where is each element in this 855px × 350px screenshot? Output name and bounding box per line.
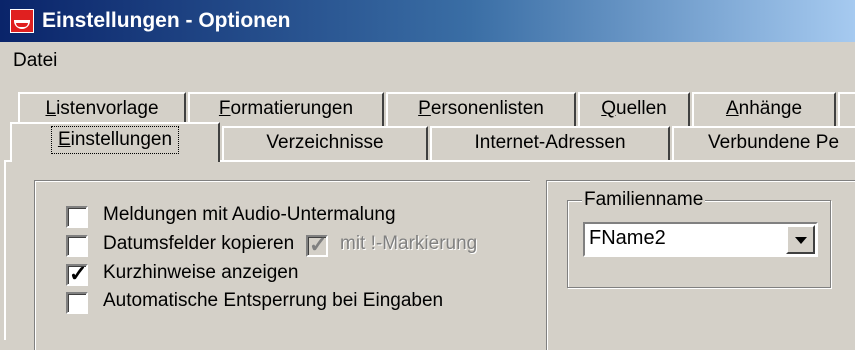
datum-label: Datumsfelder kopieren: [103, 233, 295, 254]
tab-personenlisten[interactable]: Personenlisten: [386, 92, 576, 126]
tab-quellen[interactable]: Quellen: [578, 92, 690, 126]
menu-bar: Datei: [0, 42, 855, 80]
option-datum[interactable]: Datumsfelder kopieren ✓ mit !-Markierung: [66, 232, 526, 259]
familienname-value: FName2: [589, 227, 666, 249]
tab-listenvorlage[interactable]: Listenvorlage: [18, 92, 186, 126]
entsperrung-checkbox[interactable]: [66, 292, 88, 314]
tab-label: Einstellungen: [50, 126, 180, 154]
tab-einstellungen[interactable]: Einstellungen: [10, 122, 220, 162]
check-icon: ✓: [309, 232, 328, 257]
familienname-dropdown[interactable]: FName2: [583, 222, 818, 257]
markierung-checkbox: ✓: [306, 232, 328, 257]
tab-verbundene-personen[interactable]: Verbundene Pe: [672, 126, 855, 160]
tab-label: Formatierungen: [218, 98, 354, 119]
check-icon: ✓: [69, 261, 88, 286]
title-bar[interactable]: Einstellungen - Optionen: [0, 0, 855, 42]
tab-label: Verzeichnisse: [266, 132, 384, 153]
menu-datei[interactable]: Datei: [13, 50, 57, 72]
tab-label: Anhänge: [725, 98, 803, 119]
tab-verzeichnisse[interactable]: Verzeichnisse: [222, 126, 428, 160]
familienname-legend: Familienname: [582, 189, 706, 211]
tab-anhaenge[interactable]: Anhänge: [692, 92, 836, 126]
tab-label: Listenvorlage: [45, 98, 159, 119]
audio-label: Meldungen mit Audio-Untermalung: [103, 204, 396, 225]
tab-label: Quellen: [601, 98, 667, 119]
chevron-down-icon[interactable]: [786, 225, 815, 254]
tab-more[interactable]: [838, 92, 855, 126]
entsperrung-label: Automatische Entsperrung bei Eingaben: [103, 290, 444, 311]
tab-internet-adressen[interactable]: Internet-Adressen: [430, 126, 670, 160]
tab-label: Personenlisten: [418, 98, 544, 119]
tab-label: Internet-Adressen: [474, 132, 626, 153]
app-flag-icon[interactable]: [10, 9, 34, 33]
tab-label: Verbundene Pe: [708, 132, 840, 153]
tab-formatierungen[interactable]: Formatierungen: [188, 92, 384, 126]
window-title: Einstellungen - Optionen: [42, 9, 291, 32]
markierung-label: mit !-Markierung: [340, 233, 478, 254]
datum-checkbox[interactable]: [66, 235, 88, 257]
kurzhinweise-checkbox[interactable]: ✓: [66, 261, 88, 286]
kurzhinweise-label: Kurzhinweise anzeigen: [103, 262, 299, 283]
audio-checkbox[interactable]: [66, 206, 88, 228]
